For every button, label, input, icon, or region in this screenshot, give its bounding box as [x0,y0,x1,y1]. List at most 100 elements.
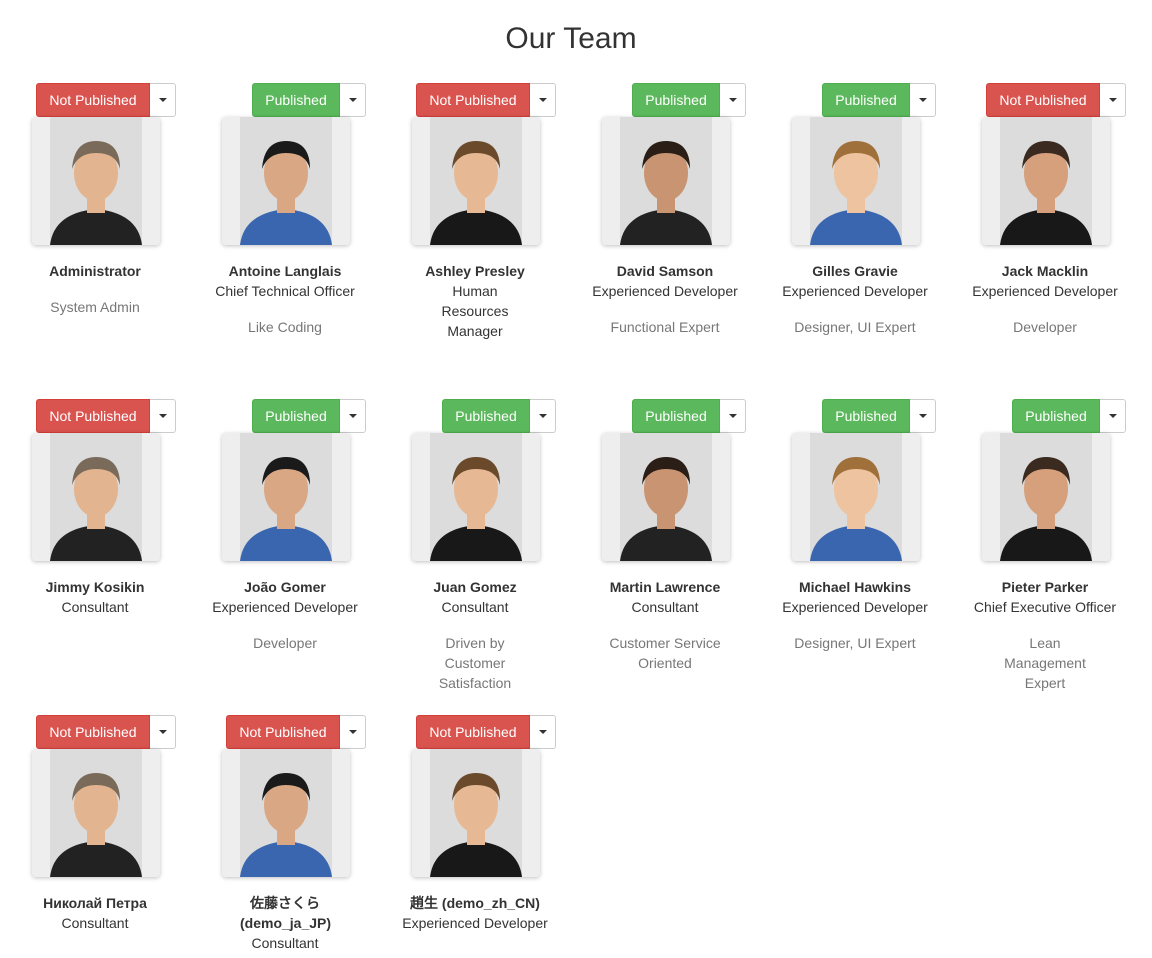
publish-status-dropdown: Published [822,83,936,117]
member-info: João Gomer Experienced Developer Developer [190,577,380,653]
member-info: 趙生 (demo_zh_CN) Experienced Developer [380,893,570,933]
caret-down-icon [1108,98,1117,102]
page-title: Our Team [505,22,637,55]
member-photo [222,117,350,245]
publish-status-dropdown: Not Published [36,83,176,117]
publish-toggle-button[interactable]: Not Published [226,715,340,749]
caret-down-icon [538,98,547,102]
member-name: Gilles Gravie [812,263,898,279]
member-name: 趙生 (demo_zh_CN) [410,895,540,911]
member-role: Consultant [61,915,129,931]
member-role: Chief Technical Officer [215,283,355,299]
status-menu-button[interactable] [530,399,556,433]
member-photo [412,749,540,877]
publish-status-dropdown: Published [252,83,366,117]
member-photo [602,433,730,561]
status-menu-button[interactable] [720,399,746,433]
member-photo [32,117,160,245]
status-menu-button[interactable] [910,399,936,433]
publish-toggle-button[interactable]: Not Published [416,715,530,749]
member-info: Jimmy Kosikin Consultant [0,577,190,617]
caret-down-icon [348,730,357,734]
publish-toggle-button[interactable]: Not Published [36,715,150,749]
member-info: Juan Gomez Consultant Driven by Customer S… [380,577,570,693]
caret-down-icon [348,98,357,102]
publish-toggle-button[interactable]: Not Published [36,399,150,433]
status-menu-button[interactable] [910,83,936,117]
member-photo [982,117,1110,245]
publish-toggle-button[interactable]: Published [252,399,340,433]
status-menu-button[interactable] [150,715,176,749]
member-description: Like Coding [248,319,322,335]
publish-toggle-button[interactable]: Published [822,83,910,117]
status-menu-button[interactable] [1100,83,1126,117]
member-role: Human Resources Manager [441,283,509,339]
publish-status-dropdown: Published [632,83,746,117]
member-name: Michael Hawkins [798,579,912,595]
caret-down-icon [348,414,357,418]
status-menu-button[interactable] [530,83,556,117]
publish-status-dropdown: Not Published [416,715,556,749]
member-info: Jack Macklin Experienced Developer Develop… [950,261,1140,337]
caret-down-icon [1108,414,1117,418]
publish-status-dropdown: Not Published [986,83,1126,117]
member-name: David Samson [616,263,714,279]
status-menu-button[interactable] [150,83,176,117]
status-menu-button[interactable] [340,83,366,117]
member-name: Ashley Presley [425,263,525,279]
status-menu-button[interactable] [150,399,176,433]
member-description: Customer Service Oriented [609,635,721,671]
caret-down-icon [158,730,167,734]
member-info: 佐藤さくら (demo_ja_JP) Consultant [190,893,380,953]
member-name: Jimmy Kosikin [45,579,145,595]
status-menu-button[interactable] [720,83,746,117]
publish-toggle-button[interactable]: Published [632,83,720,117]
publish-toggle-button[interactable]: Published [1012,399,1100,433]
publish-status-dropdown: Published [1012,399,1126,433]
member-role: Experienced Developer [782,599,928,615]
member-name: Antoine Langlais [228,263,342,279]
publish-toggle-button[interactable]: Published [252,83,340,117]
member-role: Consultant [61,599,129,615]
member-role: Experienced Developer [402,915,548,931]
member-role: Experienced Developer [592,283,738,299]
member-info: Gilles Gravie Experienced Developer Design… [760,261,950,337]
status-menu-button[interactable] [530,715,556,749]
member-name: João Gomer [244,579,326,595]
member-role: Experienced Developer [212,599,358,615]
member-photo [222,433,350,561]
member-role: Consultant [441,599,509,615]
member-photo [32,433,160,561]
member-info: Ashley Presley Human Resources Manager [380,261,570,341]
member-role: Experienced Developer [972,283,1118,299]
status-menu-button[interactable] [340,715,366,749]
member-description: Developer [1013,319,1077,335]
status-menu-button[interactable] [1100,399,1126,433]
member-description: Functional Expert [610,319,720,335]
caret-down-icon [538,414,547,418]
publish-status-dropdown: Not Published [36,715,176,749]
member-info: Administrator System Admin [0,261,190,317]
member-photo [32,749,160,877]
publish-status-dropdown: Not Published [36,399,176,433]
status-menu-button[interactable] [340,399,366,433]
publish-toggle-button[interactable]: Not Published [416,83,530,117]
member-description: Developer [253,635,317,651]
member-photo [412,433,540,561]
member-description: Designer, UI Expert [794,635,916,651]
member-photo [982,433,1110,561]
member-name: Pieter Parker [1001,579,1089,595]
publish-status-dropdown: Published [252,399,366,433]
publish-toggle-button[interactable]: Not Published [36,83,150,117]
publish-status-dropdown: Not Published [416,83,556,117]
member-role: Consultant [251,935,319,951]
member-info: Michael Hawkins Experienced Developer Desi… [760,577,950,653]
member-description: Designer, UI Expert [794,319,916,335]
publish-toggle-button[interactable]: Published [632,399,720,433]
publish-status-dropdown: Published [442,399,556,433]
publish-toggle-button[interactable]: Published [442,399,530,433]
publish-toggle-button[interactable]: Published [822,399,910,433]
member-info: Martin Lawrence Consultant Customer Servic… [570,577,760,673]
member-name: Jack Macklin [1001,263,1089,279]
publish-toggle-button[interactable]: Not Published [986,83,1100,117]
